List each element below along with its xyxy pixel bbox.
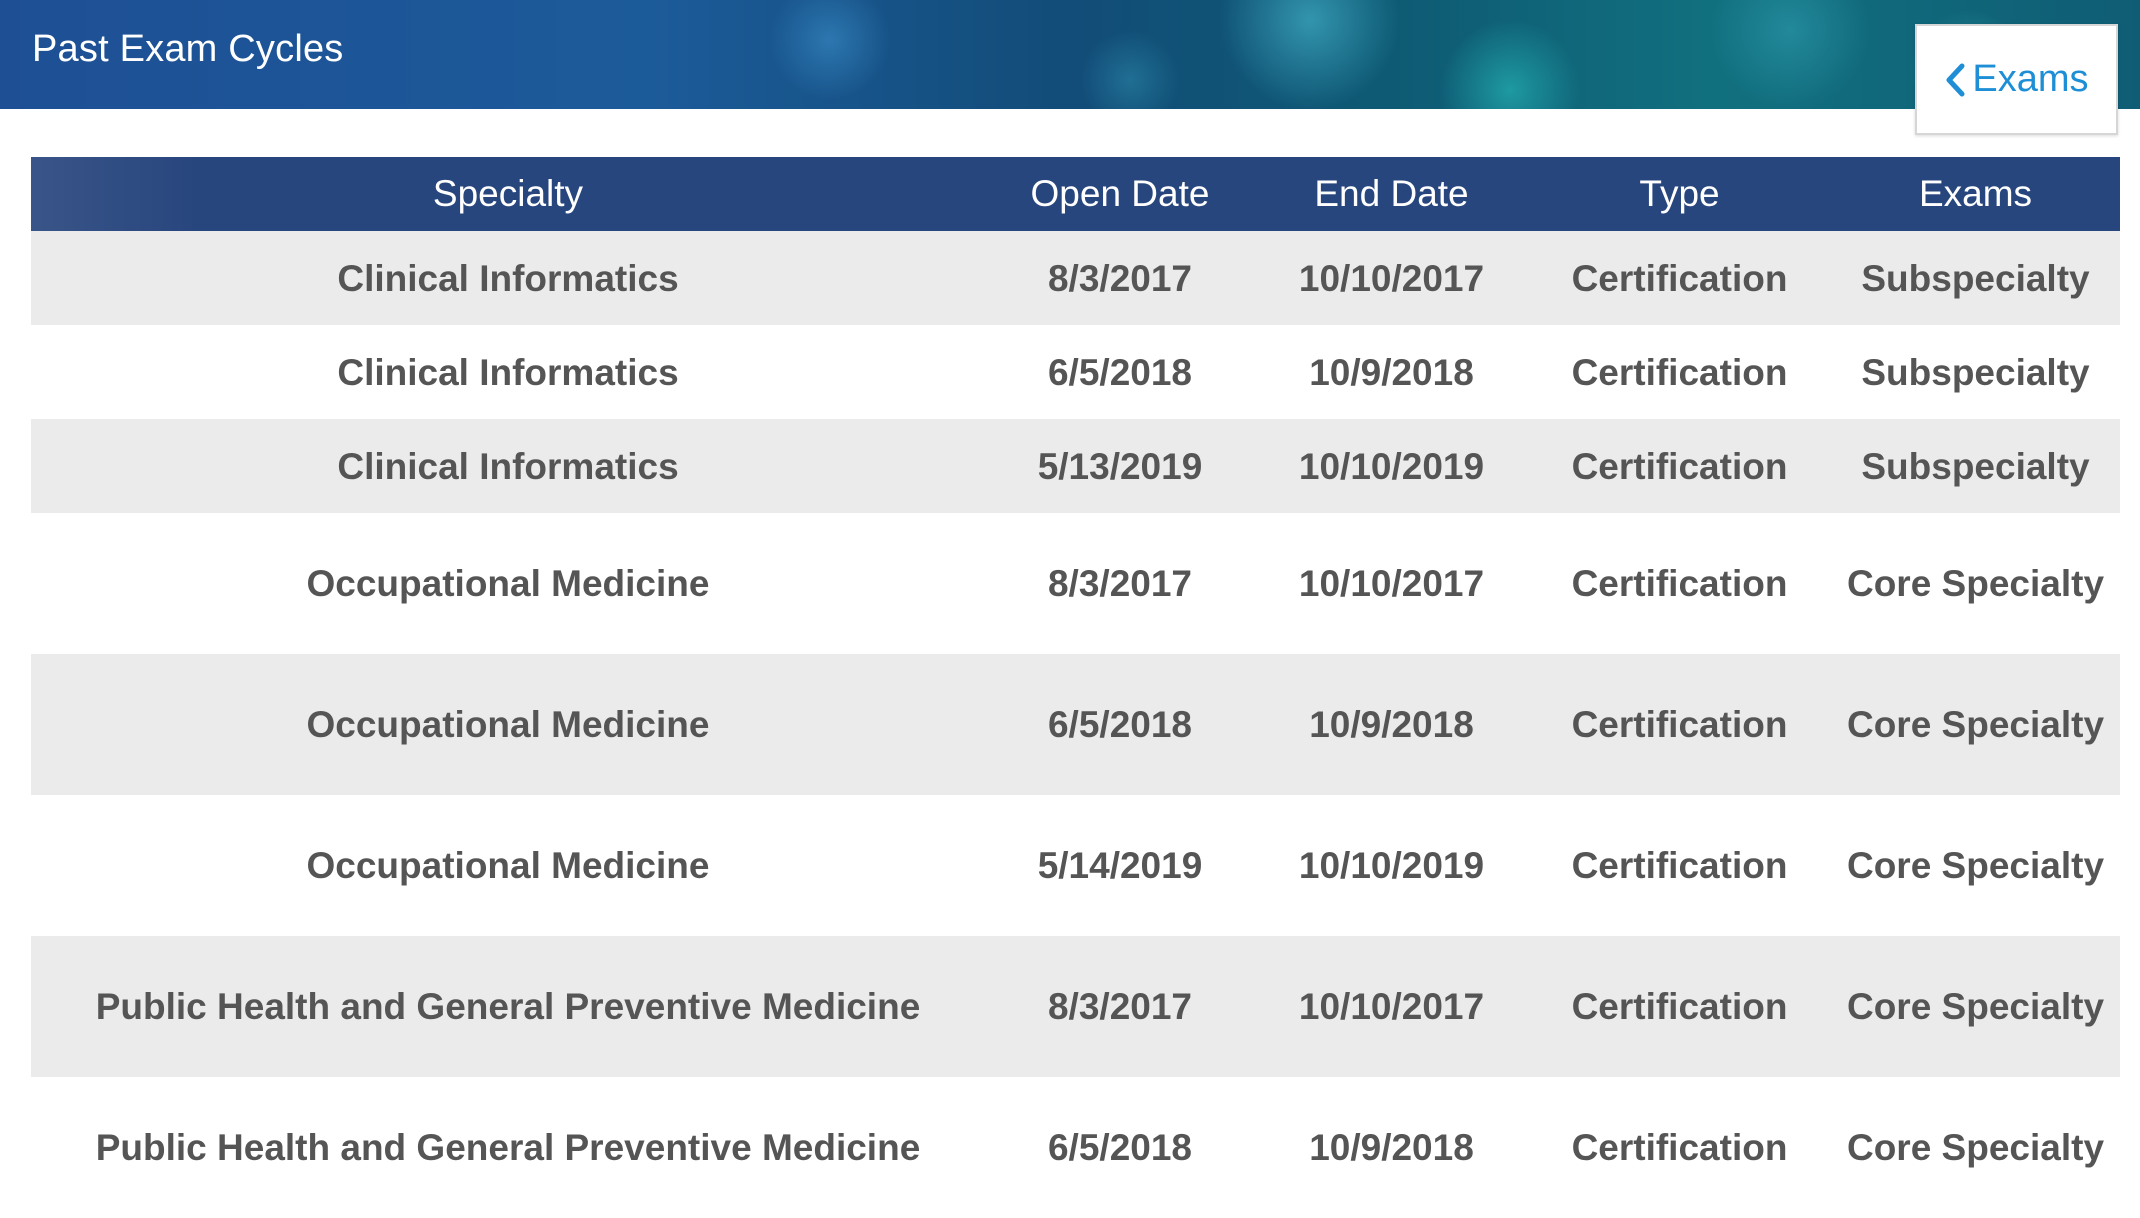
- cell-open-date: 5/14/2019: [1037, 845, 1203, 886]
- column-header-open-date[interactable]: Open Date: [985, 157, 1255, 231]
- cell-type: Certification: [1571, 351, 1788, 393]
- table-row: Clinical Informatics 6/5/2018 10/9/2018 …: [31, 325, 2120, 419]
- page-title: Past Exam Cycles: [32, 28, 344, 70]
- cell-type: Certification: [1571, 445, 1788, 487]
- table-row: Clinical Informatics 8/3/2017 10/10/2017…: [31, 231, 2120, 325]
- chevron-left-icon: [1944, 63, 1966, 97]
- table-row: Clinical Informatics 5/13/2019 10/10/201…: [31, 419, 2120, 513]
- cell-type: Certification: [1571, 704, 1788, 745]
- column-header-type[interactable]: Type: [1528, 157, 1831, 231]
- cell-end-date: 10/9/2018: [1309, 351, 1474, 393]
- cell-exams: Subspecialty: [1861, 445, 2090, 487]
- table-row: Occupational Medicine 8/3/2017 10/10/201…: [31, 513, 2120, 654]
- cell-open-date: 6/5/2018: [1047, 1127, 1193, 1168]
- column-header-end-date[interactable]: End Date: [1255, 157, 1528, 231]
- cell-type: Certification: [1571, 986, 1788, 1027]
- cell-open-date: 5/13/2019: [1037, 445, 1203, 487]
- cell-type: Certification: [1571, 845, 1788, 886]
- cell-exams: Core Specialty: [1846, 1127, 2105, 1168]
- cell-end-date: 10/9/2018: [1309, 1127, 1474, 1168]
- table-row: Occupational Medicine 6/5/2018 10/9/2018…: [31, 654, 2120, 795]
- header-banner: Past Exam Cycles: [0, 0, 2140, 109]
- cell-open-date: 8/3/2017: [1047, 563, 1193, 604]
- cell-exams: Core Specialty: [1846, 845, 2105, 886]
- cell-specialty: Occupational Medicine: [306, 845, 710, 886]
- cell-exams: Subspecialty: [1861, 351, 2090, 393]
- cell-end-date: 10/10/2017: [1298, 563, 1485, 604]
- exam-cycles-table: Specialty Open Date End Date Type Exams …: [31, 157, 2120, 1218]
- cell-open-date: 6/5/2018: [1047, 351, 1193, 393]
- cell-open-date: 8/3/2017: [1047, 257, 1193, 299]
- cell-end-date: 10/10/2017: [1298, 257, 1485, 299]
- cell-exams: Core Specialty: [1846, 563, 2105, 604]
- cell-specialty: Public Health and General Preventive Med…: [95, 986, 921, 1027]
- cell-end-date: 10/10/2019: [1298, 845, 1485, 886]
- back-to-exams-button[interactable]: Exams: [1915, 24, 2118, 135]
- cell-end-date: 10/10/2019: [1298, 445, 1485, 487]
- cell-open-date: 8/3/2017: [1047, 986, 1193, 1027]
- cell-specialty: Clinical Informatics: [337, 445, 679, 487]
- cell-specialty: Clinical Informatics: [337, 351, 679, 393]
- cell-type: Certification: [1571, 257, 1788, 299]
- cell-specialty: Occupational Medicine: [306, 704, 710, 745]
- cell-end-date: 10/9/2018: [1309, 704, 1474, 745]
- cell-open-date: 6/5/2018: [1047, 704, 1193, 745]
- cell-specialty: Clinical Informatics: [337, 257, 679, 299]
- table-header-row: Specialty Open Date End Date Type Exams: [31, 157, 2120, 231]
- back-button-label: Exams: [1972, 58, 2089, 100]
- cell-exams: Core Specialty: [1846, 986, 2105, 1027]
- table-row: Public Health and General Preventive Med…: [31, 936, 2120, 1077]
- cell-end-date: 10/10/2017: [1298, 986, 1485, 1027]
- column-header-specialty[interactable]: Specialty: [31, 157, 985, 231]
- cell-type: Certification: [1571, 1127, 1788, 1168]
- table-row: Occupational Medicine 5/14/2019 10/10/20…: [31, 795, 2120, 936]
- cell-type: Certification: [1571, 563, 1788, 604]
- cell-specialty: Occupational Medicine: [306, 563, 710, 604]
- cell-exams: Core Specialty: [1846, 704, 2105, 745]
- cell-specialty: Public Health and General Preventive Med…: [95, 1127, 921, 1168]
- cell-exams: Subspecialty: [1861, 257, 2090, 299]
- table-row: Public Health and General Preventive Med…: [31, 1077, 2120, 1218]
- column-header-exams[interactable]: Exams: [1831, 157, 2120, 231]
